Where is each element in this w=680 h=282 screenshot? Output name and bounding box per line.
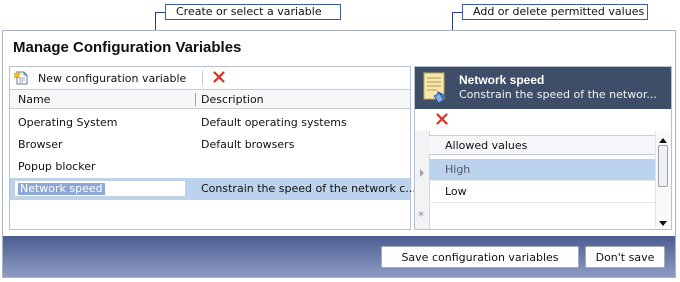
scrollbar-thumb[interactable] xyxy=(658,145,668,187)
values-panel: Network speed Constrain the speed of the… xyxy=(414,66,672,230)
delete-icon xyxy=(213,70,225,86)
new-value-row[interactable] xyxy=(429,203,655,225)
new-variable-label: New configuration variable xyxy=(38,71,187,85)
selected-variable-title: Network speed xyxy=(459,73,545,87)
values-toolbar xyxy=(415,109,671,131)
table-row[interactable]: Popup blocker xyxy=(10,156,410,178)
save-button[interactable]: Save configuration variables xyxy=(381,246,579,268)
callout-create-variable: Create or select a variable xyxy=(165,4,341,20)
column-header-allowed-values[interactable]: Allowed values xyxy=(445,139,527,152)
new-document-icon xyxy=(12,70,30,86)
cell-description: Default browsers xyxy=(201,138,295,151)
column-resizer[interactable] xyxy=(195,93,196,106)
cell-description: Default operating systems xyxy=(201,116,347,129)
cell-name: Operating System xyxy=(18,116,118,129)
list-item[interactable]: Low xyxy=(429,181,655,203)
cell-description: Constrain the speed of the network c... xyxy=(201,182,416,195)
delete-value-button[interactable] xyxy=(434,111,450,129)
value-cell: High xyxy=(445,163,471,176)
selected-name-text: Network speed xyxy=(18,182,105,195)
callout-tick xyxy=(452,12,462,13)
table-row[interactable]: Operating System Default operating syste… xyxy=(10,112,410,134)
table-row-selected[interactable]: Network speed Constrain the speed of the… xyxy=(10,178,416,200)
new-row-icon: * xyxy=(418,209,424,223)
cell-name: Browser xyxy=(18,138,63,151)
callout-permitted-values: Add or delete permitted values xyxy=(462,4,648,20)
table-row[interactable]: Browser Default browsers xyxy=(10,134,410,156)
column-header-name[interactable]: Name xyxy=(18,93,50,106)
column-header-description[interactable]: Description xyxy=(201,93,264,106)
name-edit-field[interactable]: Network speed xyxy=(14,180,186,197)
dialog-title: Manage Configuration Variables xyxy=(13,39,242,56)
value-cell: Low xyxy=(445,185,467,198)
variables-grid-header: Name Description xyxy=(10,89,410,109)
current-row-indicator-icon xyxy=(419,167,425,180)
dont-save-button[interactable]: Don't save xyxy=(585,246,665,268)
values-scrollbar[interactable] xyxy=(655,131,671,227)
variables-panel: New configuration variable Name Descript… xyxy=(9,66,416,230)
callout-text: Create or select a variable xyxy=(176,5,322,18)
callout-tick xyxy=(155,12,165,13)
selected-variable-description: Constrain the speed of the networ... xyxy=(459,88,657,101)
cell-name: Popup blocker xyxy=(18,160,96,173)
toolbar-separator xyxy=(202,71,203,85)
list-item-selected[interactable]: High xyxy=(429,159,655,181)
values-panel-header: Network speed Constrain the speed of the… xyxy=(415,67,671,109)
scroll-down-icon[interactable] xyxy=(659,217,667,230)
variable-document-icon xyxy=(422,72,450,104)
new-variable-button[interactable]: New configuration variable xyxy=(12,69,187,87)
dialog-footer: Save configuration variables Don't save xyxy=(3,236,675,277)
allowed-values-grid: Allowed values High Low * xyxy=(415,131,655,229)
configuration-dialog: Manage Configuration Variables New confi… xyxy=(2,30,676,278)
variables-toolbar: New configuration variable xyxy=(10,67,410,89)
delete-variable-button[interactable] xyxy=(211,69,227,87)
delete-icon xyxy=(436,112,448,128)
allowed-values-header: Allowed values xyxy=(429,135,655,155)
callout-text: Add or delete permitted values xyxy=(473,5,645,18)
